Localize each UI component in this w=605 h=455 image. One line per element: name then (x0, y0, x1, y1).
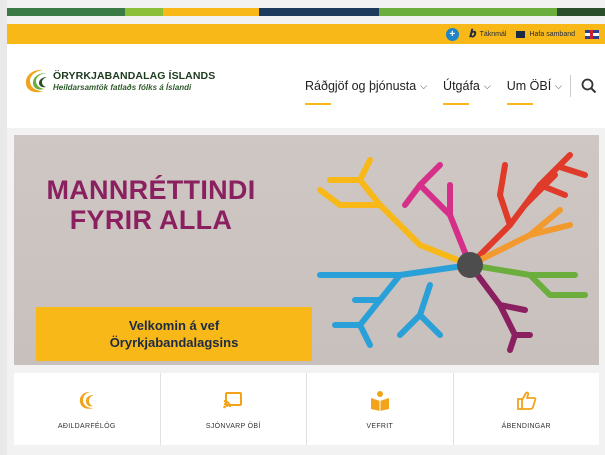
tile-label: AÐILDARFÉLÖG (57, 422, 116, 430)
nav-item-publications[interactable]: Útgáfa ⌵ (443, 79, 491, 105)
quick-links: AÐILDARFÉLÖG SJÓNVARP ÖBÍ VEFRIT ÁBENDIN… (14, 373, 599, 445)
hero-title-line-1: MANNRÉTTINDI (46, 175, 256, 205)
sign-language-label: Táknmál (479, 30, 507, 38)
nav-underline (443, 103, 470, 105)
chevron-down-icon: ⌵ (483, 80, 491, 91)
tile-member-orgs[interactable]: AÐILDARFÉLÖG (14, 373, 161, 445)
tile-webzine[interactable]: VEFRIT (307, 373, 454, 445)
tile-tv[interactable]: SJÓNVARP ÖBÍ (161, 373, 307, 445)
site-logo[interactable]: ÖRYRKJABANDALAG ÍSLANDS Heildarsamtök fa… (21, 66, 215, 96)
welcome-line-2: Öryrkjabandalagsins (109, 335, 239, 350)
accessibility-button[interactable]: + (445, 27, 459, 41)
chevron-down-icon: ⌵ (420, 80, 428, 91)
tile-feedback[interactable]: ÁBENDINGAR (454, 373, 600, 445)
main-nav: Ráðgjöf og þjónusta ⌵ Útgáfa ⌵ Um ÖBÍ ⌵ (289, 75, 597, 105)
welcome-line-1: Velkomin á vef (128, 318, 220, 333)
contact-link[interactable]: Hafa samband (516, 30, 575, 38)
cast-tv-icon (223, 391, 243, 408)
hero-banner[interactable]: MANNRÉTTINDI FYRIR ALLA Velkomin á vef Ö… (14, 135, 599, 365)
contact-label: Hafa samband (529, 30, 575, 38)
accessibility-icon: + (445, 27, 459, 41)
nav-underline (305, 103, 332, 105)
tile-label: ÁBENDINGAR (501, 422, 551, 430)
sign-language-icon: 𝐛 (468, 27, 476, 40)
welcome-box[interactable]: Velkomin á vef Öryrkjabandalagsins (36, 307, 312, 361)
color-stripe (7, 8, 605, 16)
tile-label: VEFRIT (366, 422, 394, 430)
nav-item-services[interactable]: Ráðgjöf og þjónusta ⌵ (305, 79, 428, 105)
member-logo-icon (79, 391, 94, 409)
nav-underline (506, 103, 533, 105)
hand-pointing-icon (517, 391, 537, 410)
search-icon[interactable] (581, 78, 597, 94)
mail-icon (516, 30, 526, 38)
sign-language-link[interactable]: 𝐛 Táknmál (469, 28, 507, 41)
nav-divider (570, 75, 571, 97)
page-frame: + 𝐛 Táknmál Hafa samband ÖRYRKJABANDALAG… (7, 0, 605, 455)
uk-flag-icon (585, 29, 599, 39)
logo-swirl-icon (25, 69, 47, 93)
utility-bar: + 𝐛 Táknmál Hafa samband (7, 24, 605, 44)
chevron-down-icon: ⌵ (555, 80, 562, 91)
hero-title: MANNRÉTTINDI FYRIR ALLA (40, 175, 262, 235)
hero-title-line-2: FYRIR ALLA (69, 205, 233, 235)
logo-tagline: Heildarsamtök fatlaðs fólks á Íslandi (53, 83, 192, 92)
nav-item-label: Útgáfa (443, 79, 480, 93)
tile-label: SJÓNVARP ÖBÍ (205, 422, 261, 430)
reader-book-icon (370, 390, 389, 411)
network-lines-illustration (317, 152, 588, 353)
nav-item-about[interactable]: Um ÖBÍ ⌵ (506, 79, 562, 105)
site-header: ÖRYRKJABANDALAG ÍSLANDS Heildarsamtök fa… (7, 44, 605, 128)
nav-item-label: Ráðgjöf og þjónusta (305, 79, 417, 93)
nav-item-label: Um ÖBÍ (506, 79, 552, 93)
logo-name: ÖRYRKJABANDALAG ÍSLANDS (53, 70, 216, 82)
language-switch[interactable] (585, 29, 599, 39)
